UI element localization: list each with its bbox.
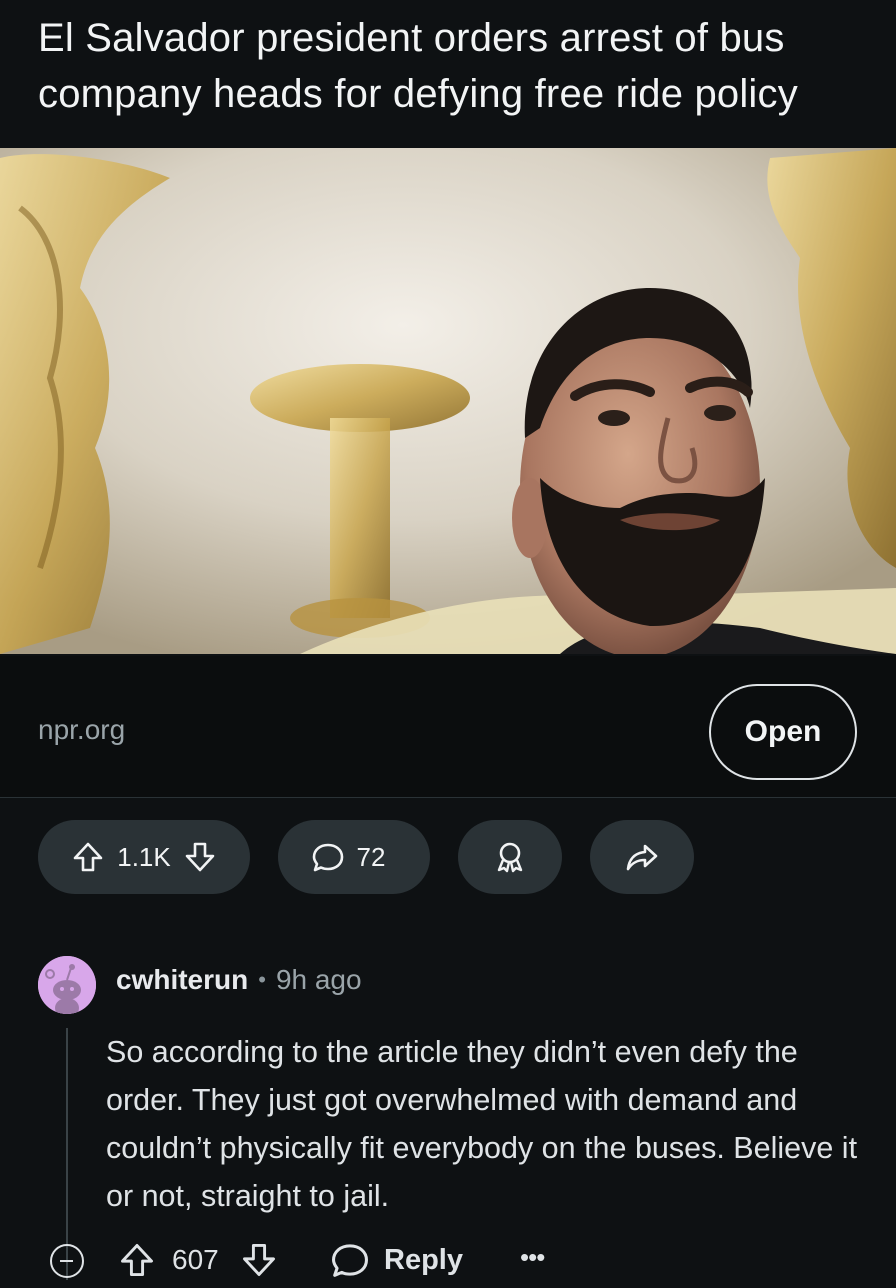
arrow-down-icon[interactable]	[183, 840, 217, 874]
post-action-bar: 1.1K 72	[0, 820, 896, 896]
comment-count: 72	[356, 841, 386, 872]
more-dots-icon[interactable]: •••	[520, 1242, 545, 1273]
comment-timestamp: 9h ago	[275, 964, 362, 995]
award-icon	[497, 842, 523, 873]
minus-circle-icon[interactable]	[50, 1244, 84, 1278]
comment-score: 607	[172, 1244, 219, 1275]
post-image[interactable]	[0, 148, 896, 654]
share-arrow-icon	[626, 844, 658, 871]
comment-action-bar: 607 Reply •••	[0, 1236, 896, 1288]
post-score: 1.1K	[117, 841, 171, 872]
comment-username[interactable]: cwhiterun	[116, 964, 248, 996]
share-button[interactable]	[590, 820, 694, 894]
reply-button[interactable]: Reply	[384, 1244, 463, 1277]
award-button[interactable]	[458, 820, 562, 894]
comments-button[interactable]: 72	[278, 820, 430, 894]
comment-meta: cwhiterun • 9h ago	[116, 964, 362, 996]
open-link-button[interactable]: Open	[709, 684, 857, 780]
avatar[interactable]	[38, 956, 96, 1014]
comment-body: So according to the article they didn’t …	[106, 1035, 858, 1213]
link-preview-bar[interactable]: npr.org Open	[0, 656, 896, 798]
arrow-up-icon[interactable]	[71, 840, 105, 874]
speech-bubble-icon	[312, 843, 343, 872]
arrow-down-icon[interactable]	[240, 1240, 278, 1280]
arrow-up-icon[interactable]	[118, 1240, 156, 1280]
speech-bubble-icon[interactable]	[330, 1240, 370, 1280]
vote-pill: 1.1K	[38, 820, 250, 894]
post-title[interactable]: El Salvador president orders arrest of b…	[38, 10, 868, 122]
link-domain[interactable]: npr.org	[38, 714, 125, 746]
meta-separator: •	[258, 967, 266, 992]
snoo-avatar-icon	[38, 956, 96, 1014]
president-photo	[0, 148, 896, 654]
